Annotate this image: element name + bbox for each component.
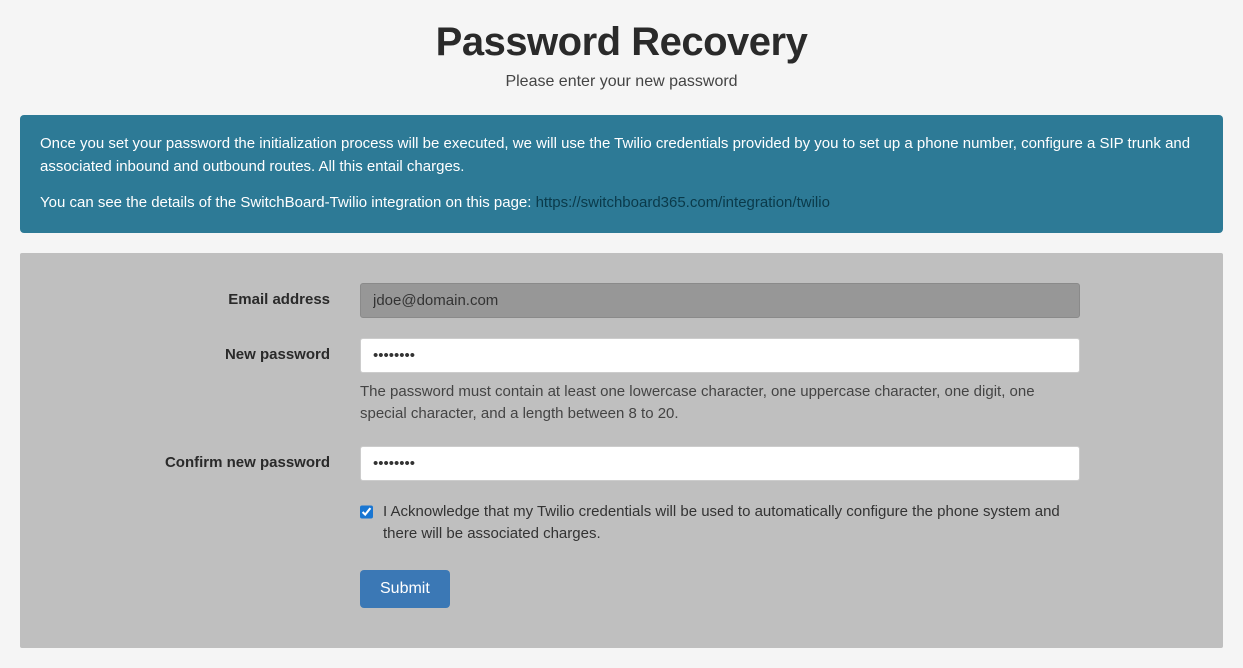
page-title: Password Recovery: [20, 20, 1223, 65]
acknowledge-label: I Acknowledge that my Twilio credentials…: [383, 501, 1080, 546]
banner-paragraph-1: Once you set your password the initializ…: [40, 133, 1203, 178]
new-password-label: New password: [80, 338, 360, 363]
banner-paragraph-2: You can see the details of the SwitchBoa…: [40, 192, 1203, 215]
page-subtitle: Please enter your new password: [20, 73, 1223, 91]
confirm-password-field[interactable]: [360, 446, 1080, 481]
password-help-text: The password must contain at least one l…: [360, 381, 1080, 426]
acknowledge-checkbox[interactable]: [360, 505, 373, 519]
new-password-field[interactable]: [360, 338, 1080, 373]
banner-paragraph-2-prefix: You can see the details of the SwitchBoa…: [40, 194, 536, 211]
form-panel: Email address New password The password …: [20, 253, 1223, 648]
submit-button[interactable]: Submit: [360, 570, 450, 608]
info-banner: Once you set your password the initializ…: [20, 115, 1223, 233]
email-label: Email address: [80, 283, 360, 308]
confirm-password-label: Confirm new password: [80, 446, 360, 471]
email-field: [360, 283, 1080, 318]
banner-link[interactable]: https://switchboard365.com/integration/t…: [536, 194, 830, 211]
